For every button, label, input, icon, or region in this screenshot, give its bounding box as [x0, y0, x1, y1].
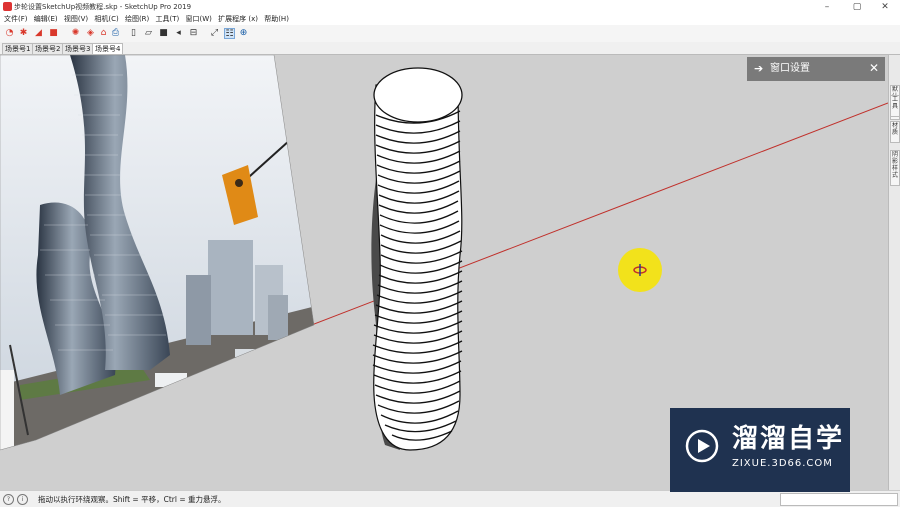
warehouse-icon[interactable]: ⌂: [98, 28, 109, 39]
close-button[interactable]: ✕: [870, 0, 900, 14]
play-logo-icon: [685, 429, 719, 463]
close-icon[interactable]: ✕: [869, 61, 879, 75]
menu-edit[interactable]: 编辑(E): [34, 14, 58, 25]
orbit-icon[interactable]: ⤢: [209, 28, 220, 39]
arrow-right-icon: ➔: [754, 62, 764, 75]
menu-camera[interactable]: 相机(C): [94, 14, 118, 25]
tray-tab-shadows[interactable]: 阴影样式: [890, 150, 900, 186]
component-icon[interactable]: ◈: [85, 28, 96, 39]
sketchup-app-icon: [3, 2, 12, 11]
section-cut-icon[interactable]: ◂: [173, 28, 184, 39]
paint-icon[interactable]: ✱: [18, 28, 29, 39]
info-icon[interactable]: ?: [3, 494, 14, 505]
menu-draw[interactable]: 绘图(R): [125, 14, 149, 25]
user-icon[interactable]: i: [17, 494, 28, 505]
scene-tabs: 场景号1 场景号2 场景号3 场景号4: [0, 42, 900, 55]
status-bar: ? i 拖动以执行环绕观察。Shift = 平移，Ctrl = 重力悬浮。: [0, 490, 900, 507]
camera-icon[interactable]: ■: [48, 28, 59, 39]
measurements-box[interactable]: [780, 493, 898, 506]
watermark-url: ZIXUE.3D66.COM: [732, 458, 833, 469]
twisted-tower-model[interactable]: [372, 67, 463, 451]
push-pull-icon[interactable]: ◢: [33, 28, 44, 39]
window-settings-label: 窗口设置: [770, 63, 810, 74]
status-text: 拖动以执行环绕观察。Shift = 平移，Ctrl = 重力悬浮。: [38, 495, 226, 504]
tray-tab-tools[interactable]: 工具: [890, 95, 900, 117]
scene-icon[interactable]: ⊟: [188, 28, 199, 39]
look-around-icon[interactable]: ⊕: [238, 28, 249, 39]
menu-help[interactable]: 帮助(H): [264, 14, 289, 25]
watermark-brand: 溜溜自学: [732, 424, 845, 454]
reference-photo-plane[interactable]: [0, 55, 320, 455]
tray-tab-materials[interactable]: 材质: [890, 121, 900, 143]
maximize-button[interactable]: ▢: [842, 0, 872, 14]
section-fill-icon[interactable]: ■: [158, 28, 169, 39]
select-tool-icon[interactable]: ◔: [4, 28, 15, 39]
toolbar: ◔ ✱ ◢ ■ ✺ ◈ ⌂ ⎙ ▯ ▱ ■ ◂ ⊟ ⤢ ☷ ⊕: [0, 25, 900, 43]
menu-window[interactable]: 窗口(W): [186, 14, 212, 25]
print-icon[interactable]: ⎙: [110, 28, 121, 39]
menu-bar: 文件(F) 编辑(E) 视图(V) 相机(C) 绘图(R) 工具(T) 窗口(W…: [0, 14, 900, 25]
menu-view[interactable]: 视图(V): [64, 14, 88, 25]
position-camera-icon[interactable]: ☷: [224, 28, 235, 39]
watermark-overlay: 溜溜自学 ZIXUE.3D66.COM: [670, 408, 850, 492]
section-icon[interactable]: ▱: [143, 28, 154, 39]
right-tray: 默认面板 工具 材质 阴影样式: [888, 55, 900, 490]
tab-scene-2[interactable]: 场景号2: [32, 43, 64, 54]
section-plane-icon[interactable]: ▯: [128, 28, 139, 39]
menu-file[interactable]: 文件(F): [4, 14, 28, 25]
tab-scene-3[interactable]: 场景号3: [62, 43, 94, 54]
title-bar: 步轮设置SketchUp视频教程.skp - SketchUp Pro 2019…: [0, 0, 900, 14]
menu-extensions[interactable]: 扩展程序 (x): [218, 14, 258, 25]
gear-icon[interactable]: ✺: [70, 28, 81, 39]
window-title: 步轮设置SketchUp视频教程.skp - SketchUp Pro 2019: [14, 3, 192, 11]
menu-tools[interactable]: 工具(T): [156, 14, 180, 25]
tab-scene-1[interactable]: 场景号1: [2, 43, 34, 54]
tab-scene-4[interactable]: 场景号4: [92, 43, 124, 54]
window-settings-panel[interactable]: ➔ 窗口设置 ✕: [747, 57, 885, 81]
minimize-button[interactable]: –: [812, 0, 842, 14]
